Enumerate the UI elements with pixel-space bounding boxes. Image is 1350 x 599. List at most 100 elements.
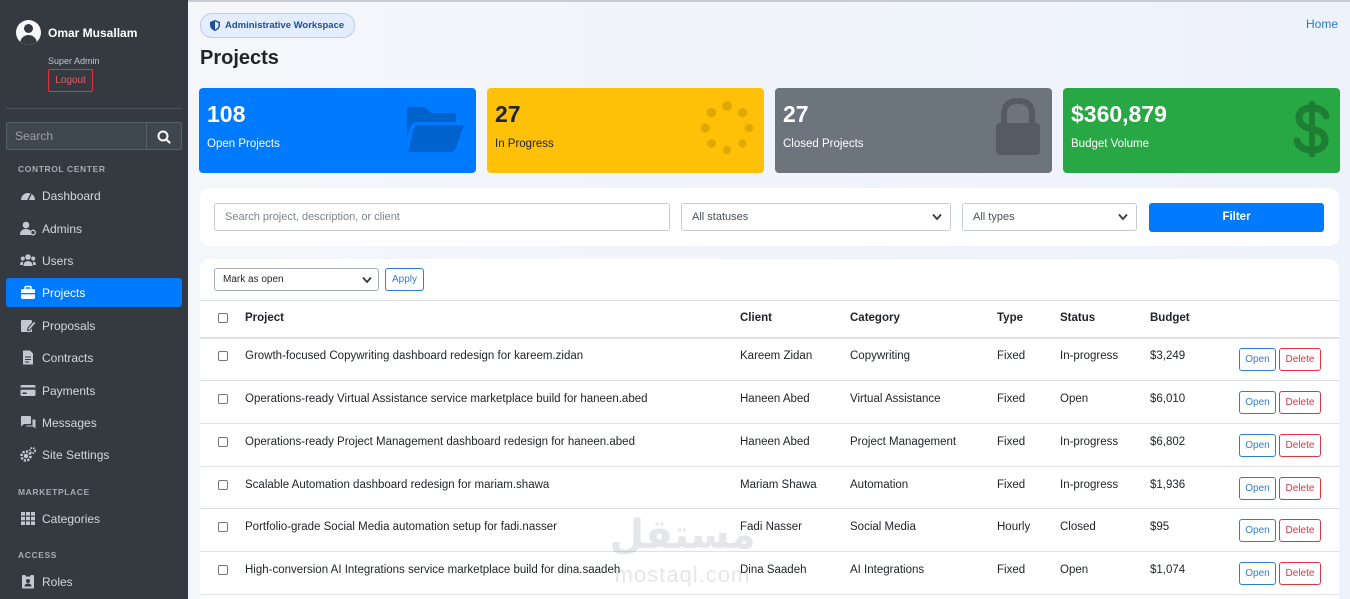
filter-panel: All statuses All types Filter	[200, 188, 1339, 246]
cell-client: Dina Saadeh	[740, 564, 807, 576]
section-marketplace: MARKETPLACE	[18, 487, 90, 497]
sidebar-item-label: Contracts	[42, 351, 94, 365]
cell-category: Copywriting	[850, 350, 911, 362]
cell-project: Growth-focused Copywriting dashboard red…	[245, 350, 584, 362]
delete-button[interactable]: Delete	[1279, 562, 1321, 585]
sidebar-item-label: Payments	[42, 384, 96, 398]
cell-budget: $1,936	[1150, 479, 1186, 491]
sidebar-search	[6, 122, 182, 150]
sidebar-item-payments[interactable]: Payments	[6, 376, 182, 405]
lock-icon	[996, 98, 1040, 155]
column-header-type[interactable]: Type	[997, 312, 1023, 324]
bulk-action-value: Mark as open	[223, 274, 284, 285]
page-title: Projects	[200, 47, 279, 69]
type-select[interactable]: All types	[962, 203, 1137, 231]
sidebar-item-admins[interactable]: Admins	[6, 214, 182, 243]
sidebar-item-site-settings[interactable]: Site Settings	[6, 440, 182, 469]
status-select[interactable]: All statuses	[681, 203, 951, 231]
sidebar-item-messages[interactable]: Messages	[6, 408, 182, 437]
row-checkbox[interactable]	[218, 522, 228, 532]
roles-icon	[22, 574, 34, 589]
open-button[interactable]: Open	[1239, 519, 1276, 542]
row-checkbox[interactable]	[218, 351, 228, 361]
workspace-badge: Administrative Workspace	[200, 13, 356, 38]
apply-button[interactable]: Apply	[385, 268, 424, 291]
sidebar-item-label: Categories	[42, 512, 101, 526]
sidebar-item-label: Messages	[42, 416, 97, 430]
table-row: Operations-ready Project Management dash…	[200, 424, 1339, 467]
cell-status: Open	[1060, 564, 1089, 576]
cell-project: Scalable Automation dashboard redesign f…	[245, 479, 550, 491]
bulk-action-select[interactable]: Mark as open	[214, 268, 379, 291]
stat-label: Budget Volume	[1071, 138, 1150, 150]
cell-type: Fixed	[997, 393, 1026, 405]
sidebar-search-input[interactable]	[6, 122, 147, 150]
cell-status: In-progress	[1060, 479, 1119, 491]
cell-budget: $1,074	[1150, 564, 1186, 576]
stat-value: $360,879	[1071, 101, 1167, 127]
sidebar-item-categories[interactable]: Categories	[6, 504, 182, 533]
project-search-input[interactable]	[214, 203, 670, 231]
open-button[interactable]: Open	[1239, 562, 1276, 585]
stat-label: In Progress	[495, 138, 554, 150]
cell-client: Haneen Abed	[740, 393, 810, 405]
sidebar: Omar Musallam Super Admin Logout CONTROL…	[0, 0, 188, 599]
sidebar-search-button[interactable]	[147, 122, 182, 150]
briefcase-icon	[21, 285, 35, 299]
column-header-budget[interactable]: Budget	[1150, 312, 1190, 324]
row-checkbox[interactable]	[218, 480, 228, 490]
delete-button[interactable]: Delete	[1279, 434, 1321, 457]
sidebar-item-label: Projects	[42, 286, 86, 300]
column-header-category[interactable]: Category	[850, 312, 900, 324]
sidebar-item-proposals[interactable]: Proposals	[6, 311, 182, 340]
cell-budget: $95	[1150, 521, 1170, 533]
sidebar-item-users[interactable]: Users	[6, 246, 182, 275]
sidebar-item-label: Dashboard	[42, 189, 101, 203]
stat-card-in-progress: 27 In Progress	[487, 88, 764, 173]
sidebar-item-roles[interactable]: Roles	[6, 567, 182, 596]
cell-status: Closed	[1060, 521, 1096, 533]
sidebar-item-projects[interactable]: Projects	[6, 278, 182, 307]
open-button[interactable]: Open	[1239, 477, 1276, 500]
column-header-status[interactable]: Status	[1060, 312, 1095, 324]
main-content: Administrative Workspace Home Projects 1…	[188, 0, 1350, 599]
stat-card-closed-projects: 27 Closed Projects	[775, 88, 1052, 173]
chevron-down-icon	[932, 213, 942, 221]
table-row: Growth-focused Copywriting dashboard red…	[200, 338, 1339, 381]
top-border	[188, 0, 1350, 2]
delete-button[interactable]: Delete	[1279, 477, 1321, 500]
column-header-client[interactable]: Client	[740, 312, 772, 324]
credit-card-icon	[20, 385, 36, 396]
gears-icon	[20, 447, 36, 462]
sidebar-item-dashboard[interactable]: Dashboard	[6, 181, 182, 210]
cell-category: Automation	[850, 479, 909, 491]
sidebar-item-label: Admins	[42, 222, 83, 236]
open-button[interactable]: Open	[1239, 434, 1276, 457]
contract-file-icon	[23, 350, 33, 365]
select-all-checkbox[interactable]	[218, 313, 228, 323]
open-button[interactable]: Open	[1239, 391, 1276, 414]
shield-icon	[210, 20, 220, 31]
cell-project: Operations-ready Project Management dash…	[245, 436, 635, 448]
logout-button[interactable]: Logout	[48, 69, 93, 92]
row-checkbox[interactable]	[218, 437, 228, 447]
row-checkbox[interactable]	[218, 565, 228, 575]
stat-value: 108	[207, 101, 246, 127]
cell-category: Project Management	[850, 436, 957, 448]
open-button[interactable]: Open	[1239, 348, 1276, 371]
proposal-edit-icon	[21, 320, 36, 332]
delete-button[interactable]: Delete	[1279, 519, 1321, 542]
cell-type: Fixed	[997, 350, 1026, 362]
delete-button[interactable]: Delete	[1279, 391, 1321, 414]
cell-client: Haneen Abed	[740, 436, 810, 448]
home-link[interactable]: Home	[1306, 17, 1338, 31]
row-checkbox[interactable]	[218, 394, 228, 404]
filter-button[interactable]: Filter	[1149, 203, 1324, 232]
dashboard-icon	[21, 193, 35, 201]
sidebar-item-label: Proposals	[42, 319, 96, 333]
column-header-project[interactable]: Project	[245, 312, 284, 324]
cell-status: In-progress	[1060, 350, 1119, 362]
sidebar-item-contracts[interactable]: Contracts	[6, 343, 182, 372]
delete-button[interactable]: Delete	[1279, 348, 1321, 371]
stat-value: 27	[783, 101, 809, 127]
